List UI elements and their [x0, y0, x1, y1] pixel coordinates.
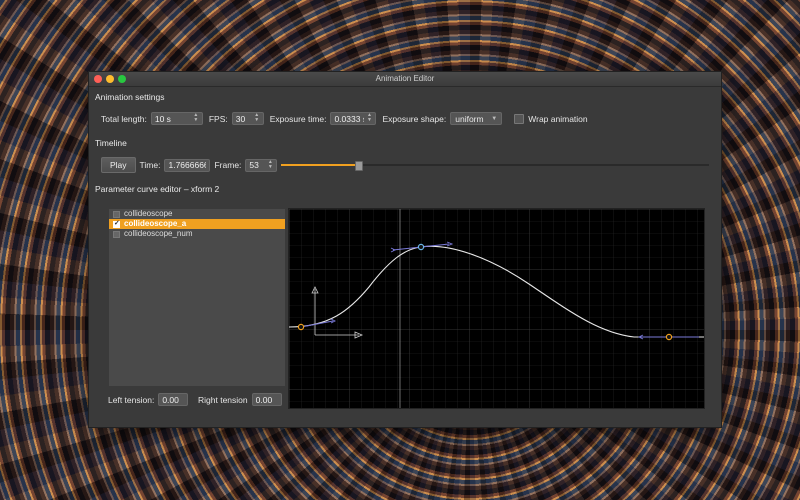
keyframe-point[interactable] — [297, 323, 305, 331]
keyframe-point[interactable] — [665, 333, 673, 341]
total-length-label: Total length: — [101, 113, 147, 124]
curve-graph[interactable] — [288, 209, 704, 408]
list-item[interactable]: collideoscope_a — [109, 219, 285, 229]
exposure-time-spinbox[interactable]: 0.0333 s ▲ ▼ — [330, 112, 377, 125]
exposure-shape-value: uniform — [455, 113, 484, 124]
spin-arrows-icon[interactable]: ▲ ▼ — [366, 113, 372, 124]
animation-settings-heading: Animation settings — [95, 92, 165, 102]
minimize-window-button[interactable] — [106, 75, 114, 83]
animation-settings-row: Total length: 10 s ▲ ▼ FPS: 30 ▲ ▼ Exposur… — [101, 112, 588, 125]
item-checkbox[interactable] — [113, 219, 120, 229]
left-tension-spinbox[interactable]: 0.00 — [158, 393, 189, 406]
spin-arrows-icon[interactable]: ▲ ▼ — [254, 113, 260, 124]
item-checkbox[interactable] — [113, 210, 120, 218]
animation-editor-window: Animation Editor Animation settings Tota… — [88, 71, 722, 428]
timeline-row: Play Time: 1.7666666 Frame: 53 ▲ ▼ — [101, 157, 710, 173]
spin-arrows-icon[interactable]: ▲ ▼ — [267, 159, 273, 171]
curve-canvas[interactable] — [288, 208, 705, 409]
total-length-value: 10 s — [154, 113, 171, 124]
right-tension-group: Right tension 0.00 — [198, 393, 282, 406]
left-tension-group: Left tension: 0.00 — [108, 393, 189, 406]
spin-arrows-icon[interactable]: ▲ ▼ — [193, 113, 199, 124]
left-tension-label: Left tension: — [108, 394, 155, 405]
grid — [289, 209, 704, 408]
curve-editor-heading: Parameter curve editor – xform 2 — [95, 184, 220, 194]
list-item[interactable]: collideoscope_num — [109, 229, 285, 239]
timeline-slider[interactable] — [281, 158, 710, 172]
exposure-shape-select[interactable]: uniform ▼ — [450, 112, 503, 125]
close-window-button[interactable] — [94, 75, 102, 83]
frame-value: 53 — [249, 160, 259, 170]
exposure-time-label: Exposure time: — [269, 113, 327, 124]
right-tension-label: Right tension — [198, 394, 248, 405]
chevron-down-icon: ▼ — [491, 115, 498, 122]
right-tension-spinbox[interactable]: 0.00 — [251, 393, 282, 406]
wrap-animation-checkbox[interactable] — [514, 113, 525, 124]
slider-fill — [281, 164, 359, 166]
fps-spinbox[interactable]: 30 ▲ ▼ — [231, 112, 264, 125]
right-tension-value: 0.00 — [255, 394, 273, 405]
frame-label: Frame: — [214, 160, 242, 170]
keyframe-point-selected[interactable] — [417, 243, 425, 251]
list-item-label: collideoscope_num — [124, 229, 193, 238]
window-title: Animation Editor — [375, 74, 435, 83]
slider-handle[interactable] — [355, 161, 364, 171]
fps-label: FPS: — [208, 113, 228, 124]
exposure-shape-label: Exposure shape: — [382, 113, 447, 124]
time-input[interactable]: 1.7666666 — [164, 158, 211, 172]
left-tension-value: 0.00 — [162, 394, 179, 405]
list-item-label: collideoscope — [124, 209, 173, 218]
window-titlebar: Animation Editor — [89, 72, 721, 87]
fps-value: 30 — [235, 113, 246, 124]
parameter-list[interactable]: collideoscope collideoscope_a collideosc… — [108, 208, 286, 387]
wrap-animation-label: Wrap animation — [528, 113, 588, 124]
zoom-window-button[interactable] — [118, 75, 126, 83]
time-label: Time: — [139, 160, 161, 170]
play-button[interactable]: Play — [101, 157, 136, 173]
item-checkbox[interactable] — [113, 230, 120, 238]
timeline-heading: Timeline — [95, 138, 127, 148]
exposure-time-value: 0.0333 s — [334, 113, 365, 124]
list-item[interactable]: collideoscope — [109, 209, 285, 219]
frame-spinbox[interactable]: 53 ▲ ▼ — [245, 158, 278, 172]
list-item-label: collideoscope_a — [124, 219, 187, 228]
time-value: 1.7666666 — [168, 160, 207, 170]
total-length-spinbox[interactable]: 10 s ▲ ▼ — [150, 112, 203, 125]
